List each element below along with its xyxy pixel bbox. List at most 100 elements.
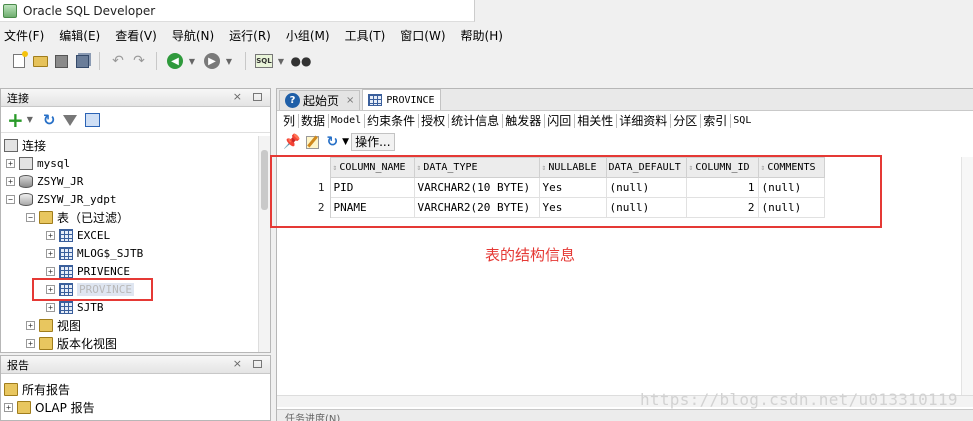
actions-button[interactable]: 操作...	[351, 133, 395, 151]
table-icon	[59, 229, 73, 242]
menu-view[interactable]: 查看(V)	[115, 27, 157, 44]
tab-label: 起始页	[303, 94, 340, 108]
tree-node-all-reports[interactable]: 所有报告	[4, 381, 70, 398]
menu-edit[interactable]: 编辑(E)	[59, 27, 100, 44]
tree-node-label: EXCEL	[77, 229, 111, 242]
sub-tab-constraints[interactable]: 约束条件	[365, 114, 420, 128]
menu-file[interactable]: 文件(F)	[4, 27, 44, 44]
sub-tab-triggers[interactable]: 触发器	[503, 114, 546, 128]
grid-highlight-box	[270, 155, 882, 228]
menu-tools[interactable]: 工具(T)	[345, 27, 386, 44]
close-icon[interactable]: ×	[346, 95, 354, 106]
menu-help[interactable]: 帮助(H)	[461, 27, 503, 44]
close-icon[interactable]: ×	[233, 357, 242, 370]
sql-worksheet-icon: SQL	[255, 54, 273, 68]
save-button[interactable]	[52, 52, 70, 70]
sub-tab-indexes[interactable]: 索引	[701, 114, 732, 128]
back-button[interactable]: ◀	[166, 52, 184, 70]
tree-node-connections-root[interactable]: 连接	[4, 137, 46, 154]
tree-node-tables[interactable]: − 表（已过滤）	[26, 209, 129, 226]
sub-tab-partitions[interactable]: 分区	[671, 114, 702, 128]
tab-province[interactable]: PROVINCE	[362, 89, 441, 110]
expand-icon[interactable]: +	[46, 303, 55, 312]
forward-button[interactable]: ▶	[203, 52, 221, 70]
sql-worksheet-button[interactable]: SQL	[255, 52, 273, 70]
expand-icon[interactable]: +	[6, 177, 15, 186]
tree-node-views[interactable]: + 视图	[26, 317, 81, 334]
connections-tree: 连接 + mysql + ZSYW_JR − ZSYW_JR_ydpt − 表（…	[1, 136, 259, 352]
expand-icon[interactable]: +	[26, 321, 35, 330]
minimize-icon[interactable]	[253, 93, 262, 101]
filter-icon[interactable]	[62, 115, 77, 126]
refresh-icon[interactable]: ↻	[43, 111, 56, 129]
tree-node-excel[interactable]: + EXCEL	[46, 227, 110, 244]
minimize-icon[interactable]	[253, 360, 262, 368]
expand-icon[interactable]: +	[26, 339, 35, 348]
annotation-text: 表的结构信息	[485, 246, 576, 264]
sub-tab-statistics[interactable]: 统计信息	[449, 114, 504, 128]
connections-scrollbar[interactable]	[258, 136, 270, 352]
undo-icon: ↶	[112, 53, 124, 69]
forward-arrow-icon: ▶	[204, 53, 220, 69]
scrollbar-thumb[interactable]	[261, 150, 268, 210]
sql-worksheet-dropdown[interactable]: ▼	[276, 57, 286, 66]
collapse-icon[interactable]: −	[6, 195, 15, 204]
menu-navigate[interactable]: 导航(N)	[172, 27, 214, 44]
tree-node-zsyw-jr[interactable]: + ZSYW_JR	[6, 173, 83, 190]
expand-icon[interactable]: +	[46, 231, 55, 240]
object-sub-tabs: 列 数据 Model 约束条件 授权 统计信息 触发器 闪回 相关性 详细资料 …	[277, 111, 973, 131]
bottom-panel-tab[interactable]: 任务进度(N)	[277, 409, 973, 421]
sub-tab-data[interactable]: 数据	[299, 114, 330, 128]
close-icon[interactable]: ×	[233, 90, 242, 103]
tree-node-label: SJTB	[77, 301, 104, 314]
save-all-button[interactable]	[73, 52, 91, 70]
actions-dropdown-icon[interactable]: ▼	[342, 137, 349, 147]
tree-node-zsyw-jr-ydpt[interactable]: − ZSYW_JR_ydpt	[6, 191, 116, 208]
schema-browser-icon[interactable]	[84, 112, 100, 127]
sub-tab-flashback[interactable]: 闪回	[545, 114, 576, 128]
refresh-icon[interactable]: ↻	[326, 134, 338, 150]
tree-node-label: 版本化视图	[57, 337, 118, 351]
expand-icon[interactable]: +	[46, 249, 55, 258]
menu-window[interactable]: 窗口(W)	[400, 27, 445, 44]
forward-dropdown[interactable]: ▼	[224, 57, 234, 66]
sub-tab-sql[interactable]: SQL	[731, 114, 754, 128]
grid-vertical-scrollbar[interactable]	[961, 157, 973, 395]
connections-panel-header: 连接 ×	[1, 89, 270, 107]
tree-node-label: MLOG$_SJTB	[77, 247, 144, 260]
add-connection-icon[interactable]: +	[7, 110, 24, 130]
menu-team[interactable]: 小组(M)	[286, 27, 330, 44]
collapse-icon[interactable]: −	[26, 213, 35, 222]
tree-node-editioning-views[interactable]: + 版本化视图	[26, 335, 117, 352]
tree-node-mlog-sjtb[interactable]: + MLOG$_SJTB	[46, 245, 143, 262]
new-button[interactable]	[10, 51, 28, 70]
reports-panel: 报告 × 所有报告 + OLAP 报告	[0, 355, 271, 421]
sub-tab-grants[interactable]: 授权	[419, 114, 450, 128]
undo-button[interactable]: ↶	[109, 52, 127, 70]
expand-icon[interactable]: +	[6, 159, 15, 168]
pin-icon[interactable]: 📌	[283, 134, 300, 150]
redo-button[interactable]: ↷	[130, 52, 148, 70]
tab-start-page[interactable]: ? 起始页 ×	[279, 90, 361, 110]
add-connection-dropdown[interactable]: ▼	[27, 115, 33, 124]
back-dropdown[interactable]: ▼	[187, 57, 197, 66]
edit-icon[interactable]	[306, 135, 320, 149]
sub-tab-details[interactable]: 详细资料	[617, 114, 672, 128]
tree-node-mysql[interactable]: + mysql	[6, 155, 70, 172]
sub-tab-columns[interactable]: 列	[281, 114, 300, 128]
reports-icon	[4, 383, 18, 396]
save-icon	[54, 54, 68, 68]
find-db-object-button[interactable]: ●●	[291, 52, 312, 70]
menu-run[interactable]: 运行(R)	[229, 27, 271, 44]
open-button[interactable]	[31, 52, 49, 70]
sub-tab-model[interactable]: Model	[329, 114, 366, 128]
province-highlight-box	[32, 278, 153, 301]
watermark: https://blog.csdn.net/u013310119	[640, 390, 958, 409]
expand-icon[interactable]: +	[4, 403, 13, 412]
connections-panel: 连接 × + ▼ ↻ 连接 + mysql + ZSYW_JR − ZSYW_J…	[0, 88, 271, 353]
sub-tab-dependencies[interactable]: 相关性	[575, 114, 618, 128]
tree-node-sjtb[interactable]: + SJTB	[46, 299, 104, 316]
app-icon	[3, 3, 17, 18]
expand-icon[interactable]: +	[46, 267, 55, 276]
tree-node-olap-reports[interactable]: + OLAP 报告	[4, 399, 95, 416]
